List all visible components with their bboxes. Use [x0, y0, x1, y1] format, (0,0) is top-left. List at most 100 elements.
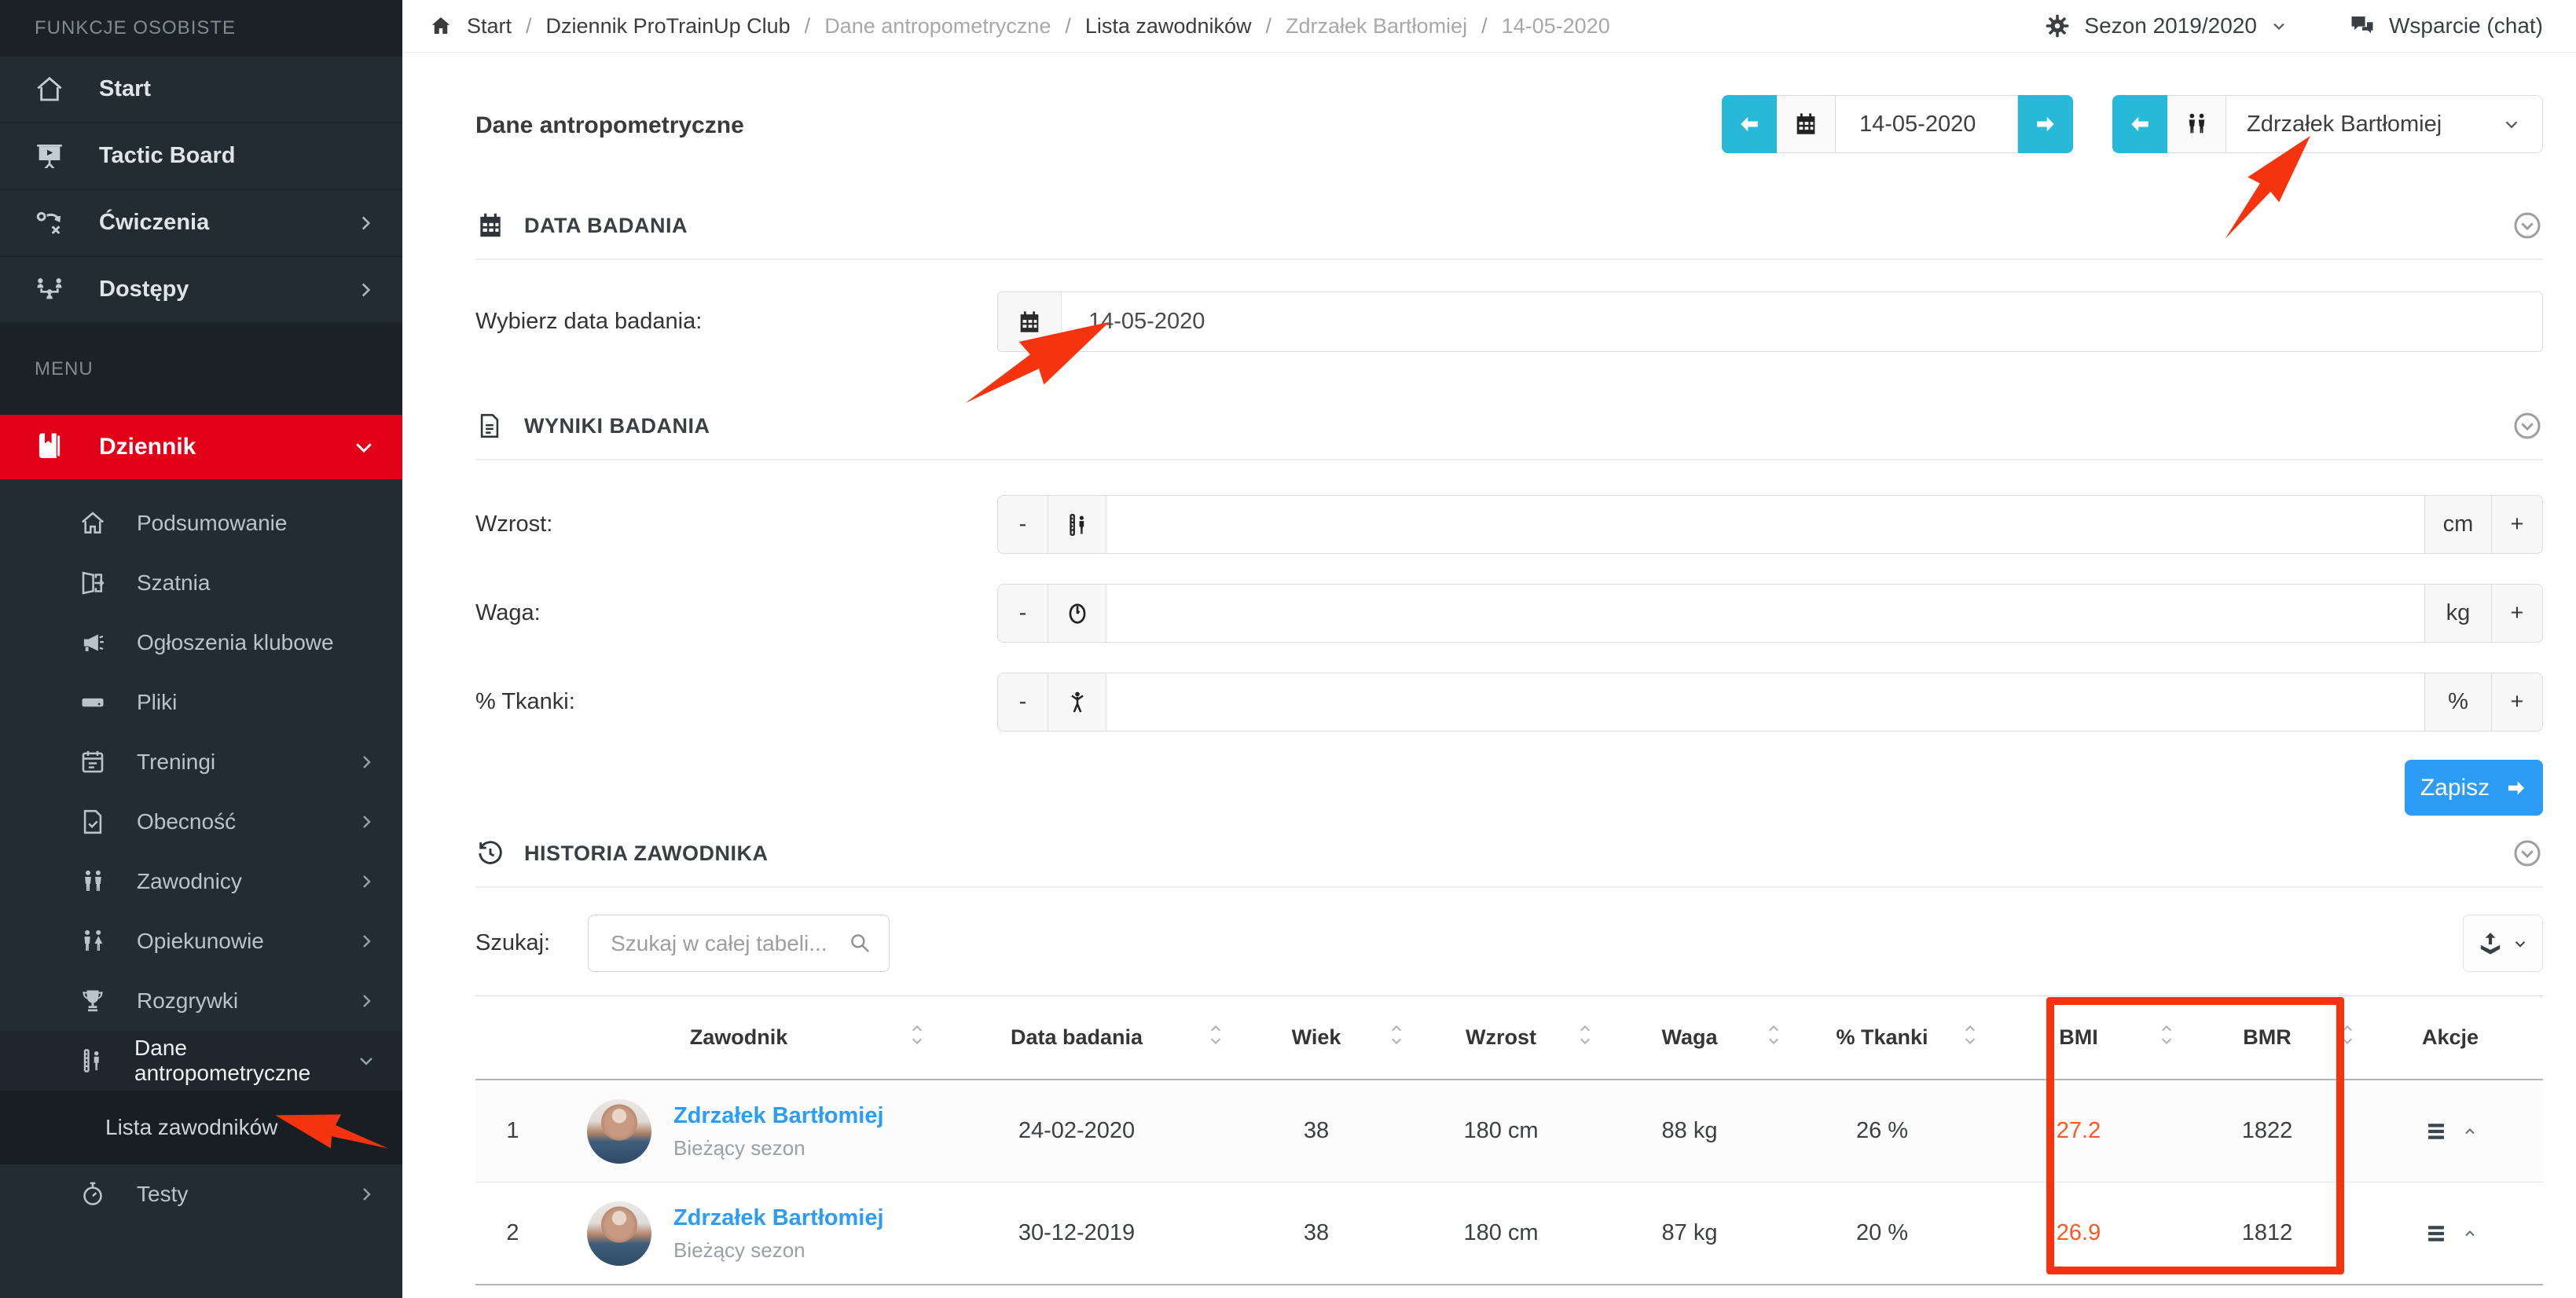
weight-input[interactable] [1106, 584, 2425, 643]
sidebar-item-tactic-board[interactable]: Tactic Board [0, 123, 402, 190]
submenu-item-obecnosc[interactable]: Obecność [0, 792, 402, 852]
trophy-icon [71, 987, 115, 1015]
breadcrumb-separator: / [526, 14, 532, 38]
topbar: Start / Dziennik ProTrainUp Club / Dane … [402, 0, 2576, 53]
increment-button[interactable]: + [2492, 673, 2543, 732]
breadcrumb-item[interactable]: 14-05-2020 [1502, 14, 1610, 38]
bodyfat-input[interactable] [1106, 673, 2425, 732]
chevron-right-icon [357, 753, 376, 772]
submenu-item-pliki[interactable]: Pliki [0, 673, 402, 732]
col-wiek[interactable]: Wiek [1226, 996, 1407, 1080]
document-icon [475, 412, 507, 440]
breadcrumb-item[interactable]: Dziennik ProTrainUp Club [546, 14, 791, 38]
collapse-circle-icon[interactable] [2512, 838, 2543, 869]
sidebar-item-dostepy[interactable]: Dostępy [0, 257, 402, 324]
prev-date-button[interactable] [1722, 95, 1777, 153]
row-index: 2 [475, 1182, 550, 1285]
sidebar-item-cwiczenia[interactable]: Ćwiczenia [0, 190, 402, 257]
body-icon [1048, 673, 1106, 732]
column-label: Akcje [2422, 1025, 2479, 1050]
gear-icon [2043, 12, 2071, 40]
search-icon [847, 930, 872, 955]
submenu-item-szatnia[interactable]: Szatnia [0, 553, 402, 613]
col-tkanki[interactable]: % Tkanki [1784, 996, 1980, 1080]
support-chat-link[interactable]: Wsparcie (chat) [2348, 12, 2543, 40]
next-date-button[interactable] [2018, 95, 2073, 153]
date-value[interactable]: 14-05-2020 [1836, 95, 2018, 153]
search-input[interactable] [588, 915, 890, 972]
cell-weight: 87 kg [1595, 1182, 1784, 1285]
increment-button[interactable]: + [2492, 584, 2543, 643]
height-label: Wzrost: [475, 512, 997, 537]
breadcrumb-item[interactable]: Dane antropometryczne [824, 14, 1051, 38]
decrement-button[interactable]: - [997, 495, 1048, 554]
sort-icon [1207, 1023, 1224, 1047]
submenu-item-podsumowanie[interactable]: Podsumowanie [0, 493, 402, 553]
section-title: WYNIKI BADANIA [524, 414, 710, 438]
sidebar-item-label: Tactic Board [99, 143, 236, 169]
player-navigator: Zdrzałek Bartłomiej [2112, 95, 2543, 153]
sort-icon [2339, 1023, 2356, 1047]
sidebar-item-dziennik[interactable]: Dziennik [0, 415, 402, 479]
height-field-row: Wzrost: - cm + [475, 495, 2543, 554]
col-bmi[interactable]: BMI [1980, 996, 2177, 1080]
chevron-right-icon [357, 872, 376, 891]
season-selector[interactable]: Sezon 2019/2020 [2043, 12, 2288, 40]
submenu-item-lista-zawodnikow[interactable]: Lista zawodników [0, 1091, 402, 1164]
player-link[interactable]: Zdrzałek Bartłomiej [673, 1102, 884, 1131]
submenu-item-label: Lista zawodników [105, 1115, 277, 1140]
sidebar-item-label: Dostępy [99, 277, 189, 302]
save-button[interactable]: Zapisz [2405, 760, 2543, 816]
collapse-circle-icon[interactable] [2512, 410, 2543, 442]
arrow-left-icon [2128, 112, 2152, 136]
chevron-down-icon [352, 435, 376, 459]
home-icon[interactable] [429, 14, 453, 38]
chevron-right-icon [357, 992, 376, 1010]
col-data-badania[interactable]: Data badania [927, 996, 1226, 1080]
increment-button[interactable]: + [2492, 495, 2543, 554]
submenu-item-treningi[interactable]: Treningi [0, 732, 402, 792]
breadcrumb-item[interactable]: Zdrzałek Bartłomiej [1286, 14, 1467, 38]
col-bmr[interactable]: BMR [2177, 996, 2358, 1080]
cell-date: 24-02-2020 [927, 1080, 1226, 1182]
height-input[interactable] [1106, 495, 2425, 554]
col-waga[interactable]: Waga [1595, 996, 1784, 1080]
decrement-button[interactable]: - [997, 673, 1048, 732]
player-select[interactable]: Zdrzałek Bartłomiej [2226, 95, 2543, 153]
chevron-right-icon [357, 932, 376, 951]
submenu-item-rozgrywki[interactable]: Rozgrywki [0, 971, 402, 1031]
section-header-historia: HISTORIA ZAWODNIKA [475, 834, 2543, 872]
sidebar: FUNKCJE OSOBISTE Start Tactic Board Ćwic… [0, 0, 402, 1298]
submenu-item-label: Rozgrywki [137, 988, 238, 1014]
decrement-button[interactable]: - [997, 584, 1048, 643]
bodyfat-unit: % [2425, 673, 2492, 732]
submenu-item-testy[interactable]: Testy [0, 1164, 402, 1224]
submenu-item-dane-antropometryczne[interactable]: Dane antropometryczne [0, 1031, 402, 1091]
sort-icon [1765, 1023, 1782, 1047]
submenu-item-ogloszenia[interactable]: Ogłoszenia klubowe [0, 613, 402, 673]
guardians-icon [71, 927, 115, 955]
col-wzrost[interactable]: Wzrost [1407, 996, 1595, 1080]
column-label: BMR [2243, 1025, 2292, 1050]
breadcrumb-item[interactable]: Lista zawodników [1085, 14, 1252, 38]
breadcrumb: Start / Dziennik ProTrainUp Club / Dane … [429, 14, 1610, 38]
megaphone-icon [71, 629, 115, 657]
sidebar-item-start[interactable]: Start [0, 57, 402, 123]
topbar-right: Sezon 2019/2020 Wsparcie (chat) [2043, 12, 2543, 40]
date-picker-input[interactable]: 14-05-2020 [997, 292, 2543, 352]
submenu-item-opiekunowie[interactable]: Opiekunowie [0, 911, 402, 971]
breadcrumb-item[interactable]: Start [467, 14, 512, 38]
player-link[interactable]: Zdrzałek Bartłomiej [673, 1204, 884, 1234]
door-exit-icon [71, 569, 115, 597]
height-measure-icon [1048, 495, 1106, 554]
row-actions-menu[interactable] [2358, 1220, 2542, 1247]
submenu-item-label: Dane antropometryczne [134, 1036, 357, 1086]
export-button[interactable] [2463, 915, 2543, 972]
col-zawodnik[interactable]: Zawodnik [550, 996, 927, 1080]
collapse-circle-icon[interactable] [2512, 210, 2543, 241]
prev-player-button[interactable] [2112, 95, 2167, 153]
row-actions-menu[interactable] [2358, 1118, 2542, 1145]
weight-field-row: Waga: - kg + [475, 584, 2543, 643]
submenu-item-zawodnicy[interactable]: Zawodnicy [0, 852, 402, 911]
cell-bmr: 1822 [2177, 1080, 2358, 1182]
